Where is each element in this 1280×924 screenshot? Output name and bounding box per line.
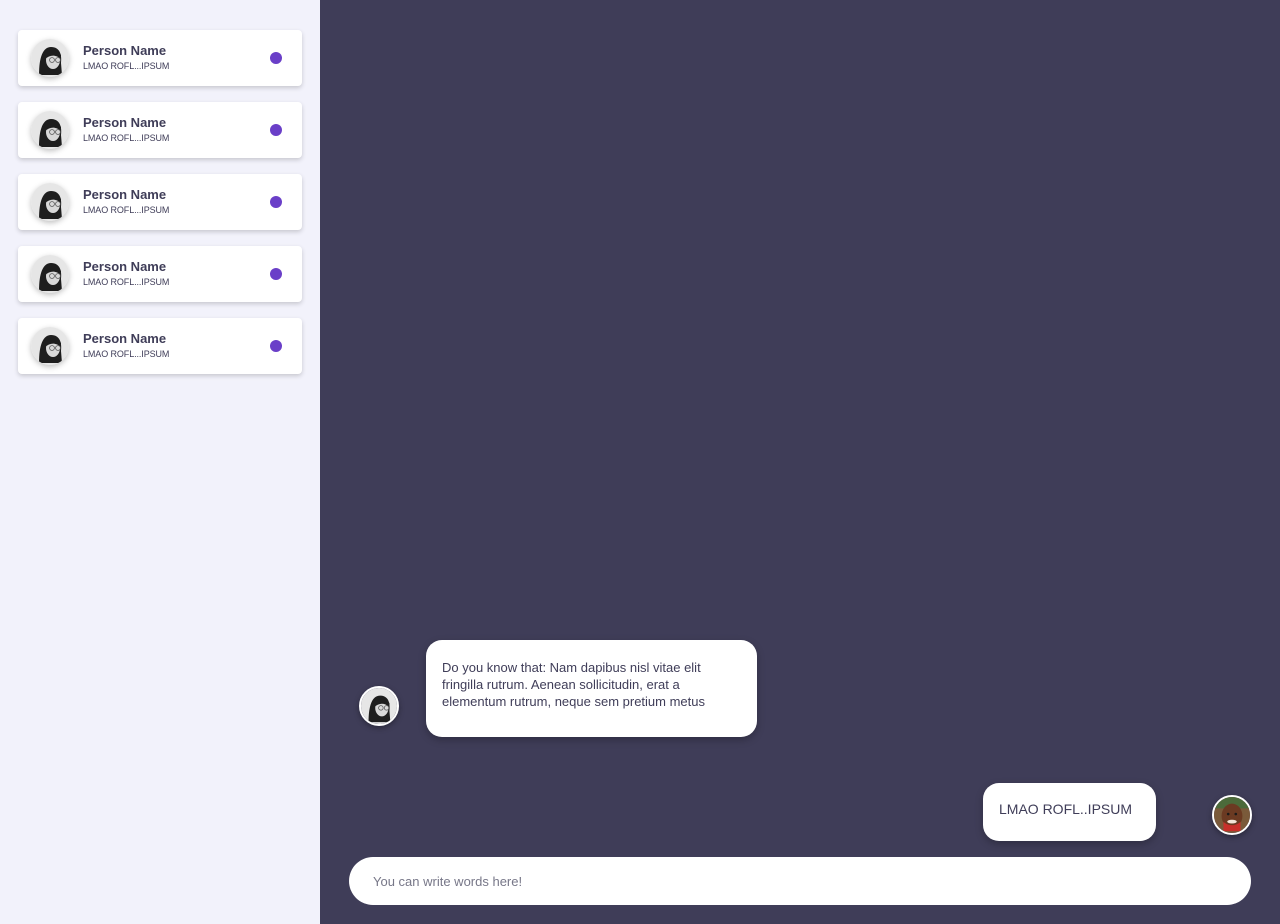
chat-panel: Do you know that: Nam dapibus nisl vitae… (320, 0, 1280, 924)
contact-preview: LMAO ROFL...IPSUM (83, 205, 170, 215)
contacts-sidebar: Person Name LMAO ROFL...IPSUM Person Nam… (0, 0, 320, 924)
person-avatar-icon (31, 327, 69, 365)
contact-name: Person Name (83, 43, 167, 58)
unread-dot-icon (270, 124, 282, 136)
contact-preview: LMAO ROFL...IPSUM (83, 61, 170, 71)
person-avatar-icon (31, 183, 69, 221)
person-avatar-icon (31, 39, 69, 77)
contact-card[interactable]: Person Name LMAO ROFL...IPSUM (18, 318, 302, 374)
contact-text: Person Name LMAO ROFL...IPSUM (83, 43, 169, 73)
contact-preview: LMAO ROFL...IPSUM (83, 277, 170, 287)
outgoing-message-bubble: LMAO ROFL..IPSUM (983, 783, 1156, 841)
contact-text: Person Name LMAO ROFL...IPSUM (83, 115, 169, 145)
contact-card[interactable]: Person Name LMAO ROFL...IPSUM (18, 174, 302, 230)
contact-text: Person Name LMAO ROFL...IPSUM (83, 259, 169, 289)
contact-text: Person Name LMAO ROFL...IPSUM (83, 331, 169, 361)
contact-name: Person Name (83, 331, 167, 346)
contact-name: Person Name (83, 115, 167, 130)
contact-card[interactable]: Person Name LMAO ROFL...IPSUM (18, 246, 302, 302)
contact-preview: LMAO ROFL...IPSUM (83, 133, 170, 143)
incoming-message-bubble: Do you know that: Nam dapibus nisl vitae… (426, 640, 757, 737)
unread-dot-icon (270, 340, 282, 352)
unread-dot-icon (270, 268, 282, 280)
person-avatar-icon (31, 111, 69, 149)
person-avatar-icon (31, 255, 69, 293)
message-input[interactable] (349, 857, 1251, 905)
contact-card[interactable]: Person Name LMAO ROFL...IPSUM (18, 102, 302, 158)
contact-preview: LMAO ROFL...IPSUM (83, 349, 170, 359)
contact-card[interactable]: Person Name LMAO ROFL...IPSUM (18, 30, 302, 86)
contact-text: Person Name LMAO ROFL...IPSUM (83, 187, 169, 217)
contact-name: Person Name (83, 187, 167, 202)
contact-avatar-icon (359, 686, 399, 726)
unread-dot-icon (270, 196, 282, 208)
unread-dot-icon (270, 52, 282, 64)
user-avatar-icon (1212, 795, 1252, 835)
contact-name: Person Name (83, 259, 167, 274)
